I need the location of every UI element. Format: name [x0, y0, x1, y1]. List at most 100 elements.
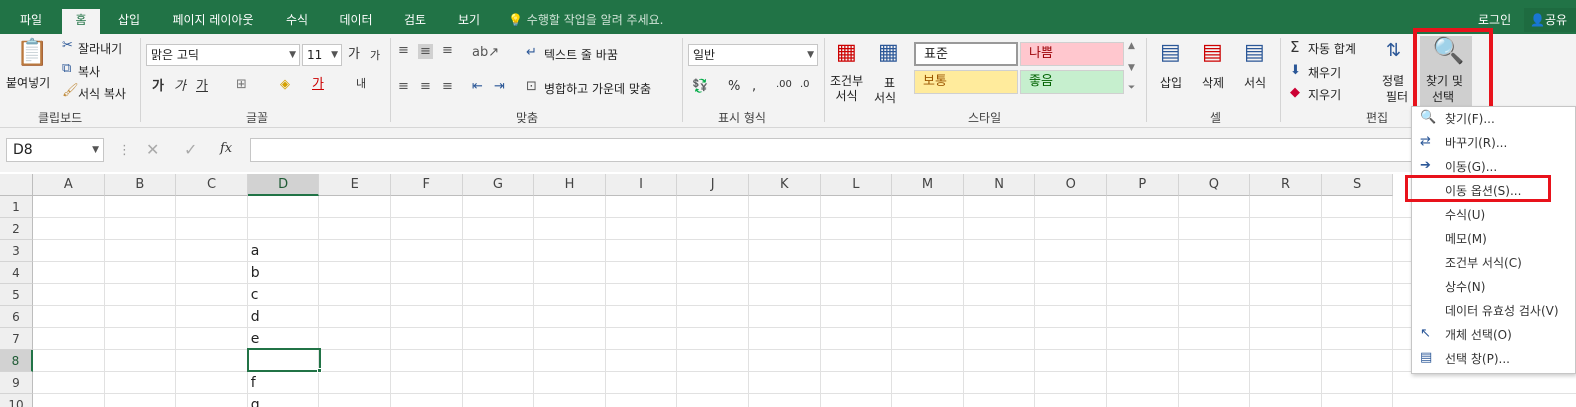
scroll-down-icon[interactable]: ▼ [1128, 64, 1135, 73]
row-header-10[interactable]: 10 [0, 394, 33, 407]
enter-icon[interactable]: ✓ [184, 142, 197, 158]
tab-file[interactable]: 파일 [6, 10, 56, 34]
column-header-M[interactable]: M [892, 174, 964, 196]
format-cells-button[interactable]: 서식 [1244, 74, 1266, 91]
column-header-K[interactable]: K [749, 174, 821, 196]
copy-button[interactable]: 복사 [78, 63, 100, 80]
active-cell-D8[interactable] [247, 348, 321, 372]
column-header-R[interactable]: R [1250, 174, 1322, 196]
column-header-H[interactable]: H [534, 174, 606, 196]
cell-D6[interactable]: d [251, 309, 260, 325]
menu-item-5[interactable]: 메모(M) [1412, 227, 1576, 251]
wrap-text-button[interactable]: 텍스트 줄 바꿈 [544, 46, 618, 63]
column-header-S[interactable]: S [1321, 174, 1394, 196]
fill-button[interactable]: 채우기 [1308, 64, 1341, 81]
name-box[interactable]: D8 ▼ [6, 138, 104, 162]
align-bottom-icon[interactable]: ≡ [442, 44, 453, 57]
tell-me-box[interactable]: 💡 수행할 작업을 알려 주세요. [508, 11, 663, 28]
decrease-font-icon[interactable]: 가 [370, 50, 380, 61]
column-header-A[interactable]: A [33, 174, 105, 196]
row-header-5[interactable]: 5 [0, 284, 33, 306]
tab-insert[interactable]: 삽입 [106, 10, 152, 34]
style-normal[interactable]: 표준 [914, 42, 1018, 66]
menu-item-1[interactable]: ⇄ 바꾸기(R)... [1412, 131, 1576, 155]
cell-D10[interactable]: g [251, 397, 260, 407]
row-header-7[interactable]: 7 [0, 328, 33, 350]
paste-icon[interactable]: 📋 [16, 40, 48, 66]
insert-cells-button[interactable]: 삽입 [1160, 74, 1182, 91]
cell-D3[interactable]: a [251, 243, 260, 259]
autosum-button[interactable]: 자동 합계 [1308, 40, 1356, 57]
tab-home[interactable]: 홈 [62, 9, 100, 34]
fill-color-icon[interactable]: ◈ [280, 78, 290, 91]
row-header-6[interactable]: 6 [0, 306, 33, 328]
column-header-C[interactable]: C [176, 174, 248, 196]
orientation-icon[interactable]: ab↗ [472, 46, 499, 59]
column-header-G[interactable]: G [462, 174, 535, 196]
comma-icon[interactable]: , [752, 80, 756, 93]
font-color-icon[interactable]: 가 [312, 78, 324, 91]
fill-handle[interactable] [317, 368, 322, 373]
font-size-select[interactable]: 11 ▼ [302, 44, 342, 66]
row-header-9[interactable]: 9 [0, 372, 33, 394]
column-header-O[interactable]: O [1035, 174, 1107, 196]
tab-data[interactable]: 데이터 [330, 10, 382, 34]
column-header-Q[interactable]: Q [1178, 174, 1251, 196]
more-styles-icon[interactable]: ⏷ [1128, 84, 1135, 93]
column-header-B[interactable]: B [104, 174, 177, 196]
menu-item-6[interactable]: 조건부 서식(C) [1412, 251, 1576, 275]
phonetic-icon[interactable]: 내 [356, 78, 366, 89]
row-header-4[interactable]: 4 [0, 262, 33, 284]
align-middle-icon[interactable]: ≡ [418, 44, 433, 59]
cell-D9[interactable]: f [251, 375, 256, 391]
column-header-L[interactable]: L [820, 174, 893, 196]
tab-page-layout[interactable]: 페이지 레이아웃 [160, 10, 266, 34]
menu-item-10[interactable]: ▤ 선택 창(P)... [1412, 347, 1576, 371]
delete-cells-button[interactable]: 삭제 [1202, 74, 1224, 91]
row-header-8[interactable]: 8 [0, 350, 33, 372]
border-icon[interactable]: ⊞ [236, 78, 247, 91]
column-header-D[interactable]: D [247, 174, 320, 196]
column-header-P[interactable]: P [1107, 174, 1179, 196]
align-right-icon[interactable]: ≡ [442, 80, 453, 93]
row-header-1[interactable]: 1 [0, 196, 33, 218]
increase-font-icon[interactable]: 가 [348, 48, 360, 61]
format-painter-button[interactable]: 서식 복사 [78, 85, 126, 102]
increase-indent-icon[interactable]: ⇥ [494, 80, 505, 93]
clear-button[interactable]: 지우기 [1308, 86, 1341, 103]
italic-icon[interactable]: 가 [174, 80, 186, 93]
currency-icon[interactable]: 💱 [692, 80, 708, 93]
sort-filter-line2[interactable]: 필터 [1386, 88, 1408, 105]
format-table-button-line2[interactable]: 서식 [874, 89, 896, 106]
number-format-select[interactable]: 일반 ▼ [688, 44, 818, 66]
conditional-format-button[interactable]: 조건부 서식 [830, 74, 863, 104]
font-name-select[interactable]: 맑은 고딕 ▼ [146, 44, 300, 66]
align-top-icon[interactable]: ≡ [398, 44, 409, 57]
row-header-2[interactable]: 2 [0, 218, 33, 240]
menu-item-7[interactable]: 상수(N) [1412, 275, 1576, 299]
select-all-corner[interactable] [0, 174, 33, 196]
cut-button[interactable]: 잘라내기 [78, 40, 122, 57]
login-link[interactable]: 로그인 [1478, 11, 1511, 28]
cell-D4[interactable]: b [251, 265, 260, 281]
style-good[interactable]: 좋음 [1020, 70, 1124, 94]
tab-formulas[interactable]: 수식 [274, 10, 320, 34]
style-neutral[interactable]: 보통 [914, 70, 1018, 94]
increase-decimal-icon[interactable]: .00 [776, 80, 792, 90]
column-header-F[interactable]: F [391, 174, 463, 196]
menu-item-4[interactable]: 수식(U) [1412, 203, 1576, 227]
cancel-icon[interactable]: ✕ [146, 142, 159, 158]
row-header-3[interactable]: 3 [0, 240, 33, 262]
tab-view[interactable]: 보기 [446, 10, 492, 34]
cell-D5[interactable]: c [251, 287, 259, 303]
bold-icon[interactable]: 가 [152, 80, 164, 93]
paste-button[interactable]: 붙여넣기 [6, 74, 50, 91]
align-center-icon[interactable]: ≡ [420, 80, 431, 93]
merge-center-button[interactable]: 병합하고 가운데 맞춤 [544, 80, 651, 97]
insert-function-icon[interactable]: fx [220, 142, 232, 155]
sort-filter-line1[interactable]: 정렬 [1382, 72, 1404, 89]
share-button[interactable]: 👤공유 [1524, 8, 1576, 32]
cell-D7[interactable]: e [251, 331, 260, 347]
tab-review[interactable]: 검토 [392, 10, 438, 34]
menu-item-9[interactable]: ↖ 개체 선택(O) [1412, 323, 1576, 347]
